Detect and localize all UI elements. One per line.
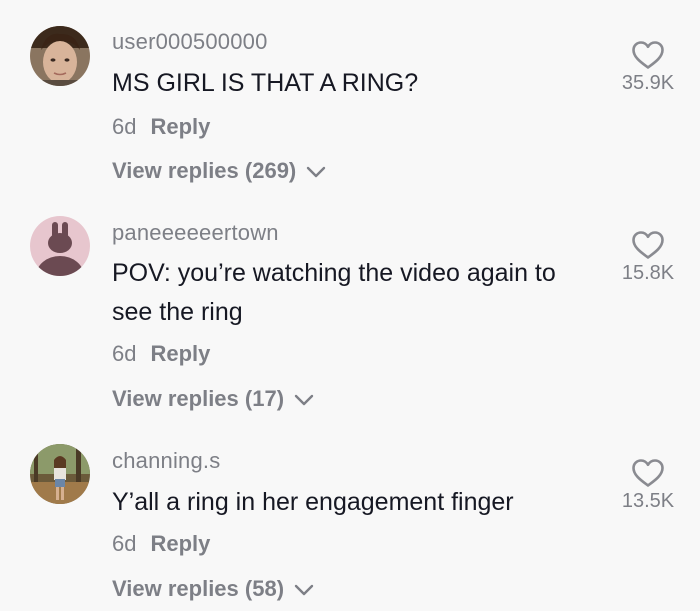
view-replies-button[interactable]: View replies (58) [112, 576, 314, 602]
comment-age: 6d [112, 531, 137, 556]
chevron-down-icon [294, 584, 314, 596]
comment-meta: 6d Reply [112, 531, 210, 557]
heart-icon [632, 459, 664, 487]
user-photo-icon [30, 444, 90, 504]
like-count: 13.5K [621, 490, 675, 512]
avatar[interactable] [30, 444, 90, 504]
comment-username[interactable]: channing.s [112, 448, 220, 474]
view-replies-label: View replies (58) [112, 576, 285, 601]
comment-item: channing.s Y’all a ring in her engagemen… [0, 0, 700, 611]
like-button[interactable]: 13.5K [608, 458, 688, 513]
reply-button[interactable]: Reply [150, 531, 210, 556]
comment-text: Y’all a ring in her engagement finger [112, 488, 514, 516]
